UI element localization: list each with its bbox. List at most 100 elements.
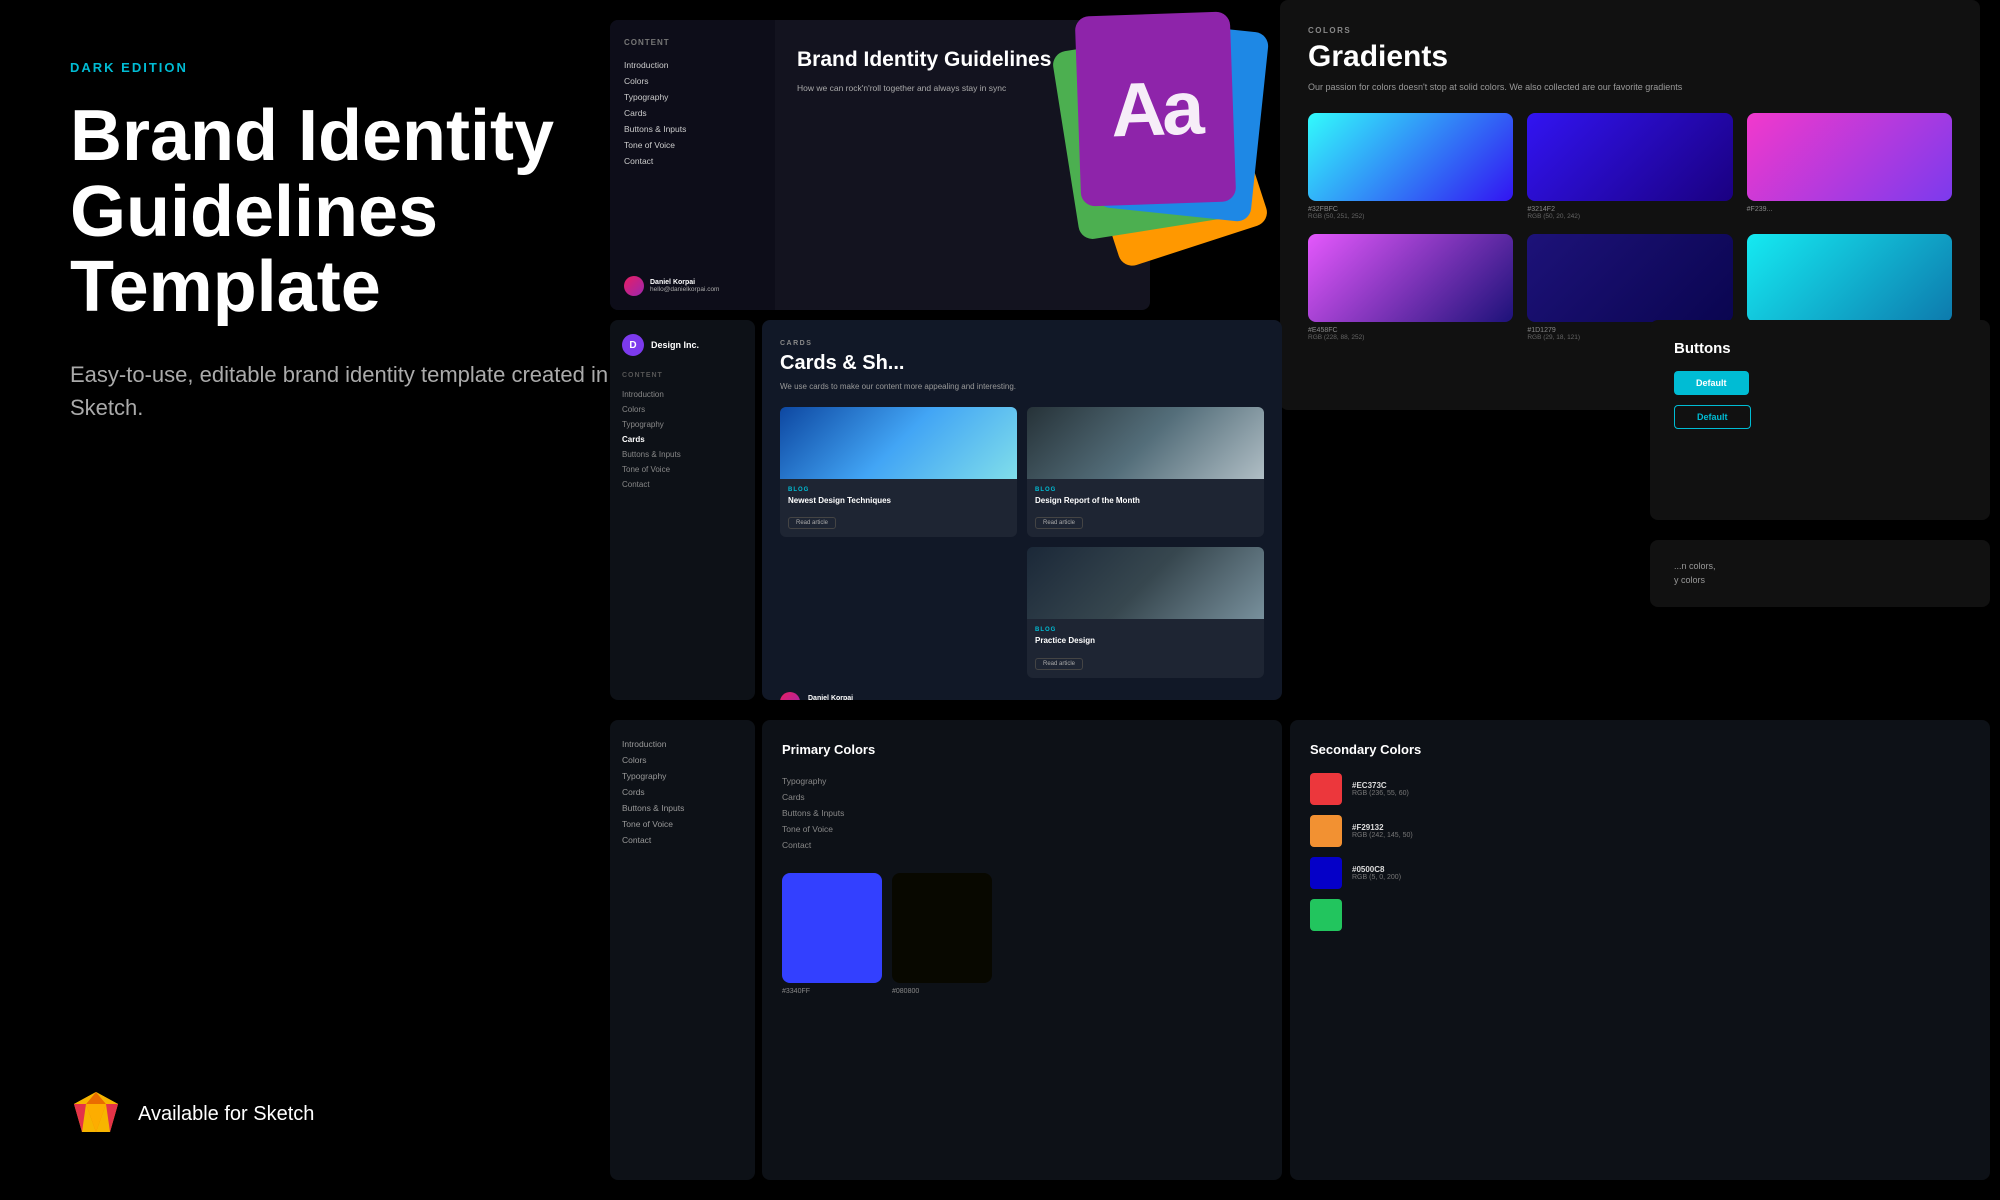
hero-main: DARK EDITION Brand Identity Guidelines T…	[70, 60, 650, 424]
card-3-label: BLOG	[1035, 627, 1256, 633]
card-1-label: BLOG	[788, 487, 1009, 493]
sidebar-item-buttons[interactable]: Buttons & Inputs	[624, 121, 761, 137]
brand-panel: Content Introduction Colors Typography C…	[610, 20, 1150, 310]
swatch-dark-block	[892, 873, 992, 983]
card-2-title: Design Report of the Month	[1035, 496, 1256, 506]
primary-colors-panel: Primary Colors Typography Cards Buttons …	[762, 720, 1282, 1180]
swatch-5-block	[1527, 234, 1732, 322]
gradients-description: Our passion for colors doesn't stop at s…	[1308, 81, 1708, 95]
toc-typography[interactable]: Typography	[622, 768, 743, 784]
swatch-red-info: #EC373C RGB (236, 55, 60)	[1352, 781, 1409, 797]
secondary-colors-label: Secondary Colors	[1310, 742, 1970, 757]
swatch-4-block	[1308, 234, 1513, 322]
toc-introduction[interactable]: Introduction	[622, 736, 743, 752]
gradients-section-label: COLORS	[1308, 26, 1952, 35]
buttons-label: Buttons	[1674, 340, 1966, 357]
card-2-read-btn[interactable]: Read article	[1035, 517, 1083, 529]
cards-author-name: Daniel Korpai	[808, 695, 877, 700]
default-button-solid[interactable]: Default	[1674, 371, 1749, 395]
swatch-1-sublabel: RGB (50, 251, 252)	[1308, 213, 1513, 220]
cards-author: Daniel Korpai hello@danielkorpai.com	[780, 692, 1264, 700]
gradients-title: Gradients	[1308, 40, 1952, 74]
nav-introduction[interactable]: Introduction	[622, 387, 743, 402]
toc-contact[interactable]: Contact	[622, 832, 743, 848]
colors-nav-cards[interactable]: Cards	[782, 789, 1262, 805]
swatch-2-label: #3214F2	[1527, 206, 1732, 213]
swatch-4-sublabel: RGB (228, 88, 252)	[1308, 334, 1513, 341]
colors-nav-buttons[interactable]: Buttons & Inputs	[782, 805, 1262, 821]
edition-label: DARK EDITION	[70, 60, 650, 75]
design-inc-panel: D Design Inc. Content Introduction Color…	[610, 320, 755, 700]
colors-nav-typography[interactable]: Typography	[782, 773, 1262, 789]
default-button-outline[interactable]: Default	[1674, 405, 1751, 429]
secondary-colors-panel: Secondary Colors #EC373C RGB (236, 55, 6…	[1290, 720, 1990, 1180]
toc-cards[interactable]: Cords	[622, 784, 743, 800]
gradient-swatch-2: #3214F2 RGB (50, 20, 242)	[1527, 113, 1732, 220]
cards-author-info: Daniel Korpai hello@danielkorpai.com	[808, 695, 877, 700]
nav-content-label: Content	[622, 372, 743, 379]
extra-desc: ...n colors,y colors	[1674, 560, 1966, 587]
logo-name: Design Inc.	[651, 340, 699, 350]
swatch-3-block	[1747, 113, 1952, 201]
swatch-1-block	[1308, 113, 1513, 201]
nav-cards-active[interactable]: Cards	[622, 432, 743, 447]
gradient-swatch-1: #32FBFC RGB (50, 251, 252)	[1308, 113, 1513, 220]
sidebar-item-tone[interactable]: Tone of Voice	[624, 137, 761, 153]
toc-panel-bottom: Introduction Colors Typography Cords But…	[610, 720, 755, 1180]
author-avatar	[624, 276, 644, 296]
card-2-label: BLOG	[1035, 487, 1256, 493]
brand-content: Brand Identity Guidelines How we can roc…	[775, 20, 1150, 310]
primary-swatches-row: #3340FF #080800	[782, 873, 1262, 995]
cards-section-label: CARDS	[780, 340, 1264, 347]
gradient-description-extra: ...n colors,y colors	[1650, 540, 1990, 607]
swatch-orange-info: #F29132 RGB (242, 145, 50)	[1352, 823, 1413, 839]
toc-tone[interactable]: Tone of Voice	[622, 816, 743, 832]
swatch-orange	[1310, 815, 1342, 847]
swatch-blue-info: #0500C8 RGB (5, 0, 200)	[1352, 865, 1401, 881]
swatch-blue-label: #3340FF	[782, 988, 882, 995]
nav-contact[interactable]: Contact	[622, 477, 743, 492]
brand-title: Brand Identity Guidelines	[797, 48, 1128, 72]
card-1-body: BLOG Newest Design Techniques Read artic…	[780, 479, 1017, 537]
card-2-body: BLOG Design Report of the Month Read art…	[1027, 479, 1264, 537]
secondary-swatches-list: #EC373C RGB (236, 55, 60) #F29132 RGB (2…	[1310, 773, 1970, 931]
card-3-body: BLOG Practice Design Read article	[1027, 619, 1264, 677]
sidebar-item-typography[interactable]: Typography	[624, 89, 761, 105]
swatch-orange-rgb: RGB (242, 145, 50)	[1352, 832, 1413, 839]
brand-author: Daniel Korpai hello@danielkorpai.com	[624, 276, 719, 296]
brand-sidebar: Content Introduction Colors Typography C…	[610, 20, 775, 310]
sidebar-item-cards[interactable]: Cards	[624, 105, 761, 121]
swatch-3-label: #F239...	[1747, 206, 1952, 213]
primary-swatch-dark: #080800	[892, 873, 992, 995]
card-3-image	[1027, 547, 1264, 619]
card-1-read-btn[interactable]: Read article	[788, 517, 836, 529]
toc-colors[interactable]: Colors	[622, 752, 743, 768]
swatch-green	[1310, 899, 1342, 931]
buttons-panel: Buttons Default Default	[1650, 320, 1990, 520]
swatch-indigo-rgb: RGB (5, 0, 200)	[1352, 874, 1401, 881]
card-3-read-btn[interactable]: Read article	[1035, 658, 1083, 670]
colors-nav-tone[interactable]: Tone of Voice	[782, 821, 1262, 837]
swatch-red	[1310, 773, 1342, 805]
blog-card-1: BLOG Newest Design Techniques Read artic…	[780, 407, 1017, 537]
nav-typography[interactable]: Typography	[622, 417, 743, 432]
secondary-row-2: #F29132 RGB (242, 145, 50)	[1310, 815, 1970, 847]
nav-tone[interactable]: Tone of Voice	[622, 462, 743, 477]
nav-buttons[interactable]: Buttons & Inputs	[622, 447, 743, 462]
gradient-swatch-4: #E458FC RGB (228, 88, 252)	[1308, 234, 1513, 341]
logo-area: D Design Inc.	[622, 334, 743, 356]
sidebar-item-introduction[interactable]: Introduction	[624, 57, 761, 73]
secondary-row-1: #EC373C RGB (236, 55, 60)	[1310, 773, 1970, 805]
cards-title: Cards & Sh...	[780, 352, 1264, 375]
swatch-blue	[1310, 857, 1342, 889]
toc-buttons[interactable]: Buttons & Inputs	[622, 800, 743, 816]
primary-swatch-blue: #3340FF	[782, 873, 882, 995]
sidebar-item-colors[interactable]: Colors	[624, 73, 761, 89]
hero-subtitle: Easy-to-use, editable brand identity tem…	[70, 358, 630, 424]
secondary-row-4	[1310, 899, 1970, 931]
nav-colors[interactable]: Colors	[622, 402, 743, 417]
cards-author-avatar	[780, 692, 800, 700]
sidebar-item-contact[interactable]: Contact	[624, 153, 761, 169]
colors-nav-contact[interactable]: Contact	[782, 837, 1262, 853]
swatch-1-label: #32FBFC	[1308, 206, 1513, 213]
